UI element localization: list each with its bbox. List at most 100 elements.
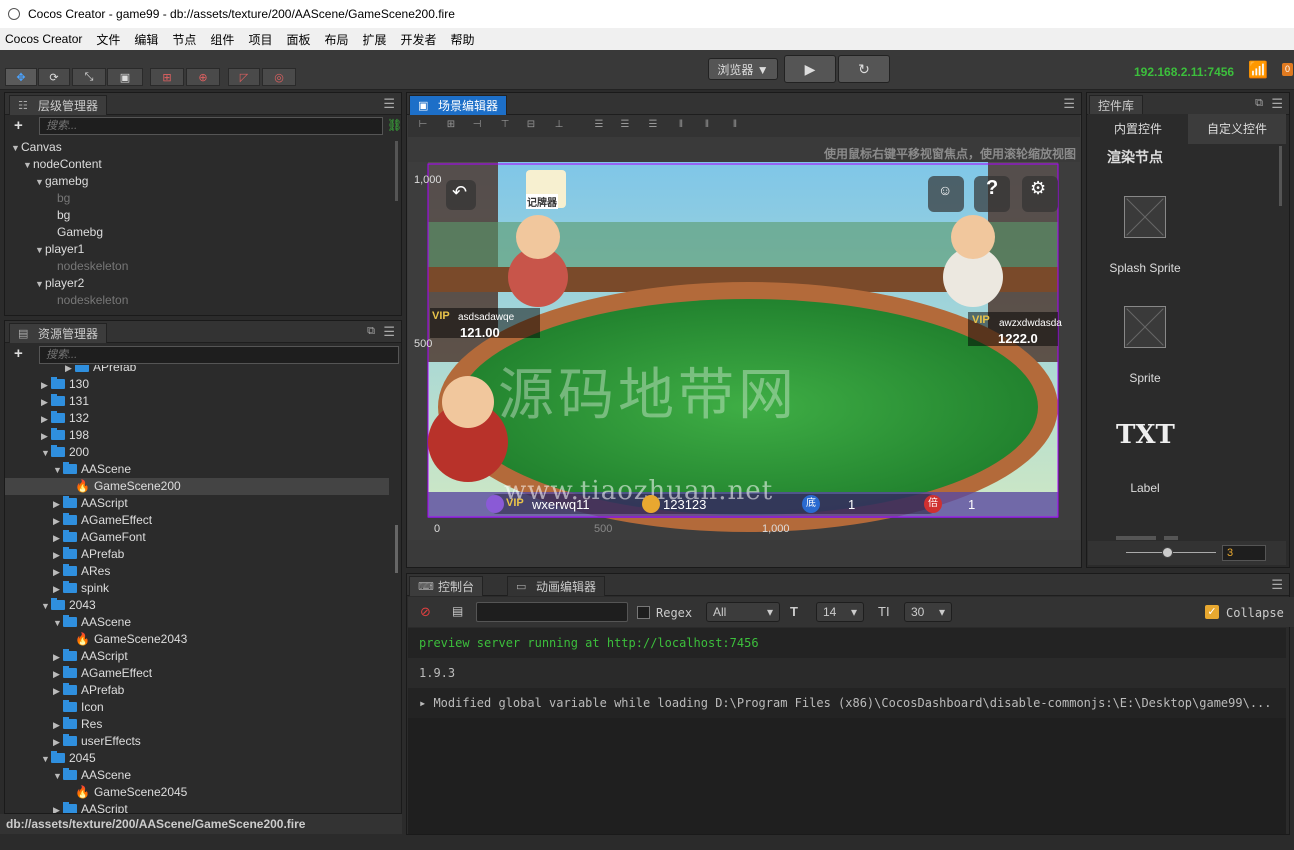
tab-assets[interactable]: ▤ 资源管理器: [9, 323, 108, 343]
expand-arrow-icon[interactable]: ▶: [53, 649, 63, 666]
menu-edit[interactable]: 编辑: [134, 31, 158, 48]
expand-arrow-icon[interactable]: ▼: [35, 276, 45, 293]
menu-panel[interactable]: 面板: [286, 31, 310, 48]
rect-tool-icon[interactable]: ▣: [107, 68, 143, 86]
distribute-top-icon[interactable]: ☰: [592, 119, 606, 131]
asset-folder-item[interactable]: ▶ 131: [41, 393, 89, 410]
add-node-icon[interactable]: +: [14, 117, 23, 134]
asset-folder-item[interactable]: Icon: [53, 699, 104, 716]
asset-folder-item[interactable]: ▶ ARes: [53, 563, 110, 580]
asset-folder-item[interactable]: ▶ 132: [41, 410, 89, 427]
asset-folder-item[interactable]: ▶ Res: [53, 716, 102, 733]
clear-icon[interactable]: ⊘: [420, 604, 431, 620]
browser-select[interactable]: 浏览器 ▼: [708, 58, 778, 80]
tab-custom[interactable]: 自定义控件: [1188, 114, 1286, 144]
console-filter-input[interactable]: [476, 602, 628, 622]
hierarchy-node[interactable]: ▼nodeContent: [23, 156, 102, 173]
asset-folder-item[interactable]: ▶ APrefab: [53, 546, 124, 563]
expand-arrow-icon[interactable]: ▶: [53, 564, 63, 581]
tab-console[interactable]: ⌨ 控制台: [409, 576, 484, 596]
global-icon[interactable]: ⊕: [186, 68, 220, 86]
hierarchy-node[interactable]: bg: [47, 207, 70, 224]
asset-folder-item[interactable]: ▶ 130: [41, 376, 89, 393]
distribute-bottom-icon[interactable]: ☰: [646, 119, 660, 131]
hierarchy-node[interactable]: bg: [47, 190, 70, 207]
rotate-tool-icon[interactable]: ⟳: [38, 68, 70, 86]
expand-arrow-icon[interactable]: ▶: [41, 394, 51, 411]
align-top-icon[interactable]: ⊤: [498, 119, 512, 131]
expand-arrow-icon[interactable]: ▶: [53, 734, 63, 751]
asset-scene-item[interactable]: 🔥 GameScene2043: [65, 631, 187, 648]
asset-folder-item[interactable]: ▶ AGameEffect: [53, 665, 152, 682]
asset-folder-item[interactable]: ▶ AAScript: [53, 495, 128, 512]
label-txt-icon[interactable]: TXT: [1116, 420, 1175, 450]
tab-scene-editor[interactable]: ▣ 场景编辑器: [409, 95, 508, 115]
asset-folder-item[interactable]: ▼ AAScene: [53, 614, 131, 631]
log-level-select[interactable]: All ▾: [706, 602, 780, 622]
expand-arrow-icon[interactable]: ▼: [53, 768, 63, 785]
expand-arrow-icon[interactable]: ▼: [35, 242, 45, 259]
notification-badge[interactable]: 0: [1282, 63, 1293, 76]
sprite-icon[interactable]: [1124, 306, 1166, 348]
scale-tool-icon[interactable]: ⤡: [72, 68, 106, 86]
asset-folder-item[interactable]: ▶ 198: [41, 427, 89, 444]
move-tool-icon[interactable]: ✥: [5, 68, 37, 86]
expand-arrow-icon[interactable]: ▼: [41, 751, 51, 768]
distribute-hcenter-icon[interactable]: ‖: [700, 119, 714, 131]
menu-project[interactable]: 项目: [248, 31, 272, 48]
link-icon[interactable]: ⛓: [387, 118, 402, 132]
expand-arrow-icon[interactable]: ▶: [41, 428, 51, 445]
expand-arrow-icon[interactable]: ▶: [53, 547, 63, 564]
console-line[interactable]: ▸ Modified global variable while loading…: [408, 688, 1286, 718]
asset-folder-item[interactable]: ▶ AGameFont: [53, 529, 146, 546]
expand-arrow-icon[interactable]: ▶: [53, 513, 63, 530]
assets-search-input[interactable]: 搜索...: [39, 346, 399, 364]
expand-arrow-icon[interactable]: ▼: [11, 140, 21, 157]
open-log-icon[interactable]: ▤: [452, 604, 463, 618]
asset-folder-item[interactable]: ▶ AGameEffect: [53, 512, 152, 529]
refresh-button[interactable]: ↻: [838, 55, 890, 83]
menu-component[interactable]: 组件: [210, 31, 234, 48]
asset-folder-item[interactable]: ▼ AAScene: [53, 767, 131, 784]
asset-folder-item[interactable]: ▶ AAScript: [53, 801, 128, 813]
distribute-left-icon[interactable]: ‖: [674, 119, 688, 131]
asset-folder-item[interactable]: ▶ AAScript: [53, 648, 128, 665]
hierarchy-node[interactable]: ▼Canvas: [11, 139, 62, 156]
hierarchy-node[interactable]: ▼player2: [35, 275, 84, 292]
tab-library[interactable]: 控件库: [1089, 95, 1144, 115]
panel-menu-icon[interactable]: ☰: [1271, 97, 1283, 110]
hierarchy-node[interactable]: ▼player1: [35, 241, 84, 258]
asset-folder-item[interactable]: ▶ APrefab: [65, 365, 136, 376]
expand-arrow-icon[interactable]: ▼: [53, 615, 63, 632]
expand-arrow-icon[interactable]: ▶: [53, 802, 63, 813]
menu-cocos[interactable]: Cocos Creator: [5, 32, 82, 46]
asset-folder-item[interactable]: ▶ userEffects: [53, 733, 141, 750]
hierarchy-node[interactable]: Gamebg: [47, 224, 103, 241]
tab-animation-editor[interactable]: ▭ 动画编辑器: [507, 576, 606, 596]
tab-hierarchy[interactable]: ☷ 层级管理器: [9, 95, 108, 115]
scene-viewport[interactable]: 1,000 500 0 500 1,000 记牌器 ↶ ? ⚙ ☺ VIP as…: [408, 162, 1080, 540]
maximize-icon[interactable]: ⧉: [367, 325, 375, 338]
hierarchy-node[interactable]: nodeskeleton: [47, 258, 128, 275]
panel-menu-icon[interactable]: ☰: [1063, 97, 1075, 110]
menu-layout[interactable]: 布局: [324, 31, 348, 48]
panel-menu-icon[interactable]: ☰: [383, 97, 395, 110]
expand-arrow-icon[interactable]: ▼: [35, 174, 45, 191]
gizmo-icon[interactable]: ◎: [262, 68, 296, 86]
local-pivot-icon[interactable]: ⊞: [150, 68, 184, 86]
expand-arrow-icon[interactable]: ▶: [41, 377, 51, 394]
expand-arrow-icon[interactable]: ▶: [53, 581, 63, 598]
tab-builtin[interactable]: 内置控件: [1088, 114, 1188, 144]
align-left-icon[interactable]: ⊢: [416, 119, 430, 131]
add-asset-icon[interactable]: +: [14, 345, 23, 362]
expand-arrow-icon[interactable]: ▶: [53, 666, 63, 683]
play-button[interactable]: ▶: [784, 55, 836, 83]
zoom-value-input[interactable]: 3: [1222, 545, 1266, 561]
zoom-slider-handle[interactable]: [1162, 547, 1173, 558]
snap-icon[interactable]: ◸: [228, 68, 260, 86]
asset-scene-item[interactable]: 🔥 GameScene2045: [65, 784, 187, 801]
asset-folder-item[interactable]: ▼ AAScene: [53, 461, 131, 478]
expand-arrow-icon[interactable]: ▶: [53, 717, 63, 734]
asset-folder-item[interactable]: ▶ APrefab: [53, 682, 124, 699]
collapse-checkbox[interactable]: ✓: [1205, 605, 1219, 619]
